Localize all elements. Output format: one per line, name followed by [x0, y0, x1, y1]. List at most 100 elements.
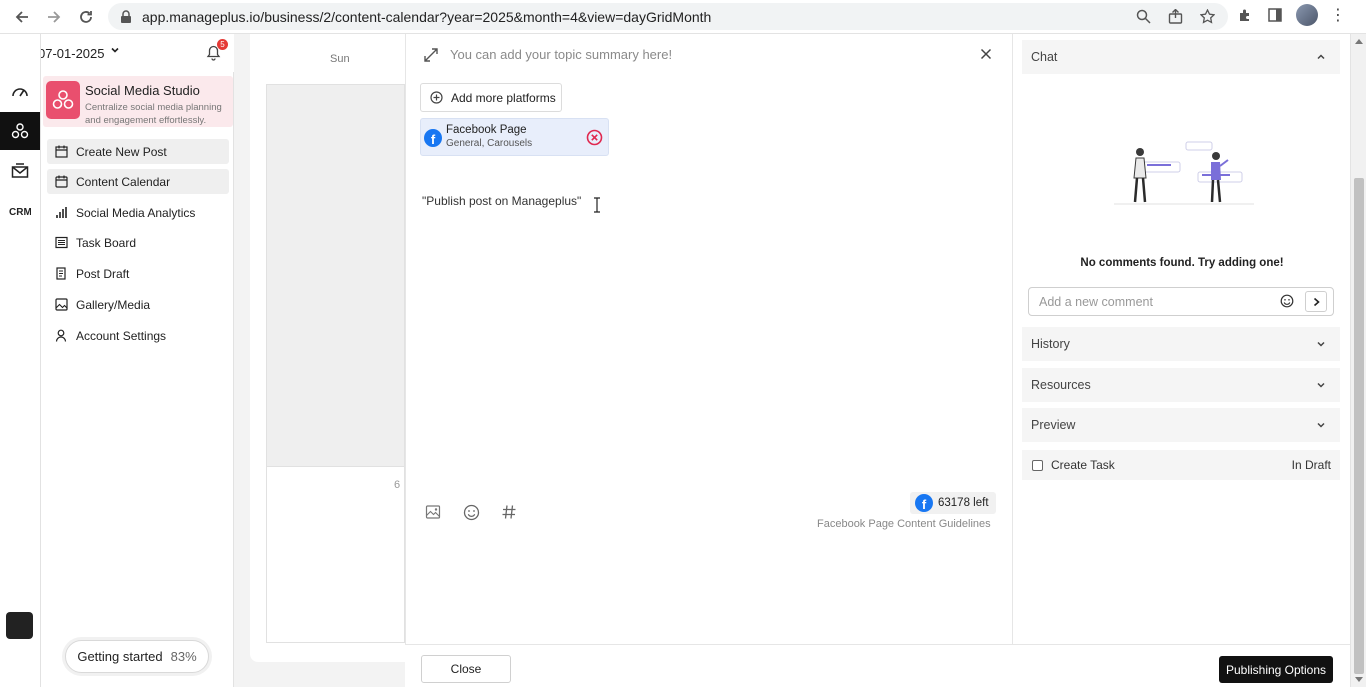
expand-icon[interactable] [424, 48, 438, 62]
studio-logo-icon [46, 81, 80, 119]
list-icon [54, 236, 68, 250]
image-upload-icon[interactable] [424, 503, 442, 521]
chevron-up-icon[interactable] [1316, 51, 1326, 61]
document-icon [54, 267, 68, 281]
sidebar-item-label: Create New Post [76, 144, 167, 159]
reload-icon[interactable] [70, 1, 102, 33]
calendar-icon [54, 175, 68, 189]
crm-icon[interactable]: CRM [0, 192, 40, 230]
extensions-icon[interactable] [1236, 6, 1254, 24]
preview-title: Preview [1031, 418, 1076, 432]
comment-box [1028, 287, 1334, 316]
resources-section-header[interactable]: Resources [1022, 368, 1340, 402]
browser-menu-icon[interactable]: ⋮ [1330, 5, 1346, 25]
post-content-editor[interactable]: "Publish post on Manageplus" [422, 194, 581, 208]
studio-description: Centralize social media planning and eng… [85, 102, 222, 126]
content-guidelines-link[interactable]: Facebook Page Content Guidelines [817, 518, 991, 530]
send-comment-button[interactable] [1305, 291, 1327, 312]
chat-illustration-icon [1114, 134, 1254, 206]
facebook-icon: f [915, 494, 933, 512]
text-cursor-icon [593, 197, 601, 213]
sidebar-item-create-post[interactable]: Create New Post [47, 139, 229, 164]
sidebar-item-account-settings[interactable]: Account Settings [47, 323, 229, 348]
forward-icon[interactable] [38, 1, 70, 33]
chevron-down-icon[interactable] [1316, 419, 1326, 429]
zoom-icon[interactable] [1134, 7, 1152, 25]
comment-input[interactable] [1029, 288, 1269, 315]
post-editor: You can add your topic summary here! Add… [405, 34, 1012, 644]
create-task-checkbox[interactable] [1032, 460, 1043, 471]
chat-section-header[interactable]: Chat [1022, 40, 1340, 74]
sidebar-item-label: Post Draft [76, 266, 130, 281]
profile-avatar[interactable] [1296, 4, 1318, 26]
emoji-icon[interactable] [462, 503, 480, 521]
scrollbar[interactable] [1350, 34, 1366, 687]
chevron-down-icon[interactable] [1316, 338, 1326, 348]
chevron-down-icon[interactable] [1316, 379, 1326, 389]
close-button[interactable]: Close [421, 655, 511, 683]
bar-chart-icon [54, 206, 68, 220]
sidebar-item-label: Social Media Analytics [76, 205, 196, 220]
add-platforms-button[interactable]: Add more platforms [420, 83, 562, 112]
add-platforms-label: Add more platforms [451, 90, 556, 105]
scroll-up-icon[interactable] [1355, 39, 1363, 44]
sidebar-item-gallery[interactable]: Gallery/Media [47, 292, 229, 317]
preview-section-header[interactable]: Preview [1022, 408, 1340, 442]
star-icon[interactable] [1198, 7, 1216, 25]
address-bar[interactable]: app.manageplus.io/business/2/content-cal… [108, 3, 1228, 30]
current-date[interactable]: 07-01-2025 [38, 46, 105, 61]
chat-title: Chat [1031, 50, 1058, 64]
side-panel: Chat No comments found. Try adding one! [1012, 34, 1350, 644]
emoji-icon[interactable] [1280, 294, 1295, 309]
user-avatar[interactable] [6, 612, 33, 639]
plus-circle-icon [430, 91, 443, 104]
platform-types: General, Carousels [446, 138, 533, 149]
history-title: History [1031, 337, 1070, 351]
calendar-cell[interactable] [266, 467, 405, 643]
sidebar-item-content-calendar[interactable]: Content Calendar [47, 169, 229, 194]
sidebar-item-analytics[interactable]: Social Media Analytics [47, 200, 229, 225]
sidebar-item-label: Account Settings [76, 328, 167, 343]
platform-name: Facebook Page [446, 124, 527, 136]
hashtag-icon[interactable] [500, 503, 518, 521]
getting-started-button[interactable]: Getting started 83% [65, 640, 209, 673]
action-bar: Close Publishing Options [405, 644, 1350, 687]
sidebar: Social Media Studio Centralize social me… [41, 72, 234, 687]
task-status-badge: In Draft [1291, 458, 1331, 472]
remove-platform-icon[interactable] [586, 129, 603, 146]
sidebar-item-label: Task Board [76, 235, 137, 250]
svg-text:CRM: CRM [9, 207, 31, 217]
chars-left-text: 63178 left [938, 497, 989, 509]
studio-card: Social Media Studio Centralize social me… [43, 76, 233, 127]
back-icon[interactable] [6, 1, 38, 33]
social-studio-icon[interactable] [0, 112, 40, 150]
sidebar-item-task-board[interactable]: Task Board [47, 230, 229, 255]
publishing-options-button[interactable]: Publishing Options [1219, 656, 1333, 683]
chevron-right-icon [1313, 297, 1320, 306]
sidebar-toggle-icon[interactable] [1266, 6, 1284, 24]
url-text: app.manageplus.io/business/2/content-cal… [142, 8, 712, 25]
lock-icon [121, 9, 131, 23]
calendar-day-number: 6 [394, 479, 401, 491]
create-task-label: Create Task [1051, 458, 1115, 472]
chevron-down-icon[interactable] [110, 45, 120, 58]
share-icon[interactable] [1166, 7, 1184, 25]
dashboard-icon[interactable] [0, 72, 40, 110]
calendar-plus-icon [54, 145, 68, 159]
scroll-down-icon[interactable] [1355, 677, 1363, 682]
character-counter: f 63178 left [910, 492, 996, 514]
history-section-header[interactable]: History [1022, 327, 1340, 361]
scroll-thumb[interactable] [1354, 178, 1364, 674]
mail-icon[interactable] [0, 152, 40, 190]
browser-toolbar: app.manageplus.io/business/2/content-cal… [0, 0, 1366, 34]
topic-summary-input[interactable]: You can add your topic summary here! [450, 47, 672, 62]
calendar-cell[interactable] [266, 84, 405, 467]
platform-chip[interactable]: f Facebook Page General, Carousels [420, 118, 609, 156]
image-icon [54, 298, 68, 312]
sidebar-item-post-draft[interactable]: Post Draft [47, 261, 229, 286]
resources-title: Resources [1031, 378, 1091, 392]
getting-started-percent: 83% [170, 649, 197, 664]
close-icon[interactable] [980, 47, 994, 61]
create-task-row: Create Task In Draft [1022, 450, 1340, 480]
facebook-icon: f [424, 129, 442, 147]
